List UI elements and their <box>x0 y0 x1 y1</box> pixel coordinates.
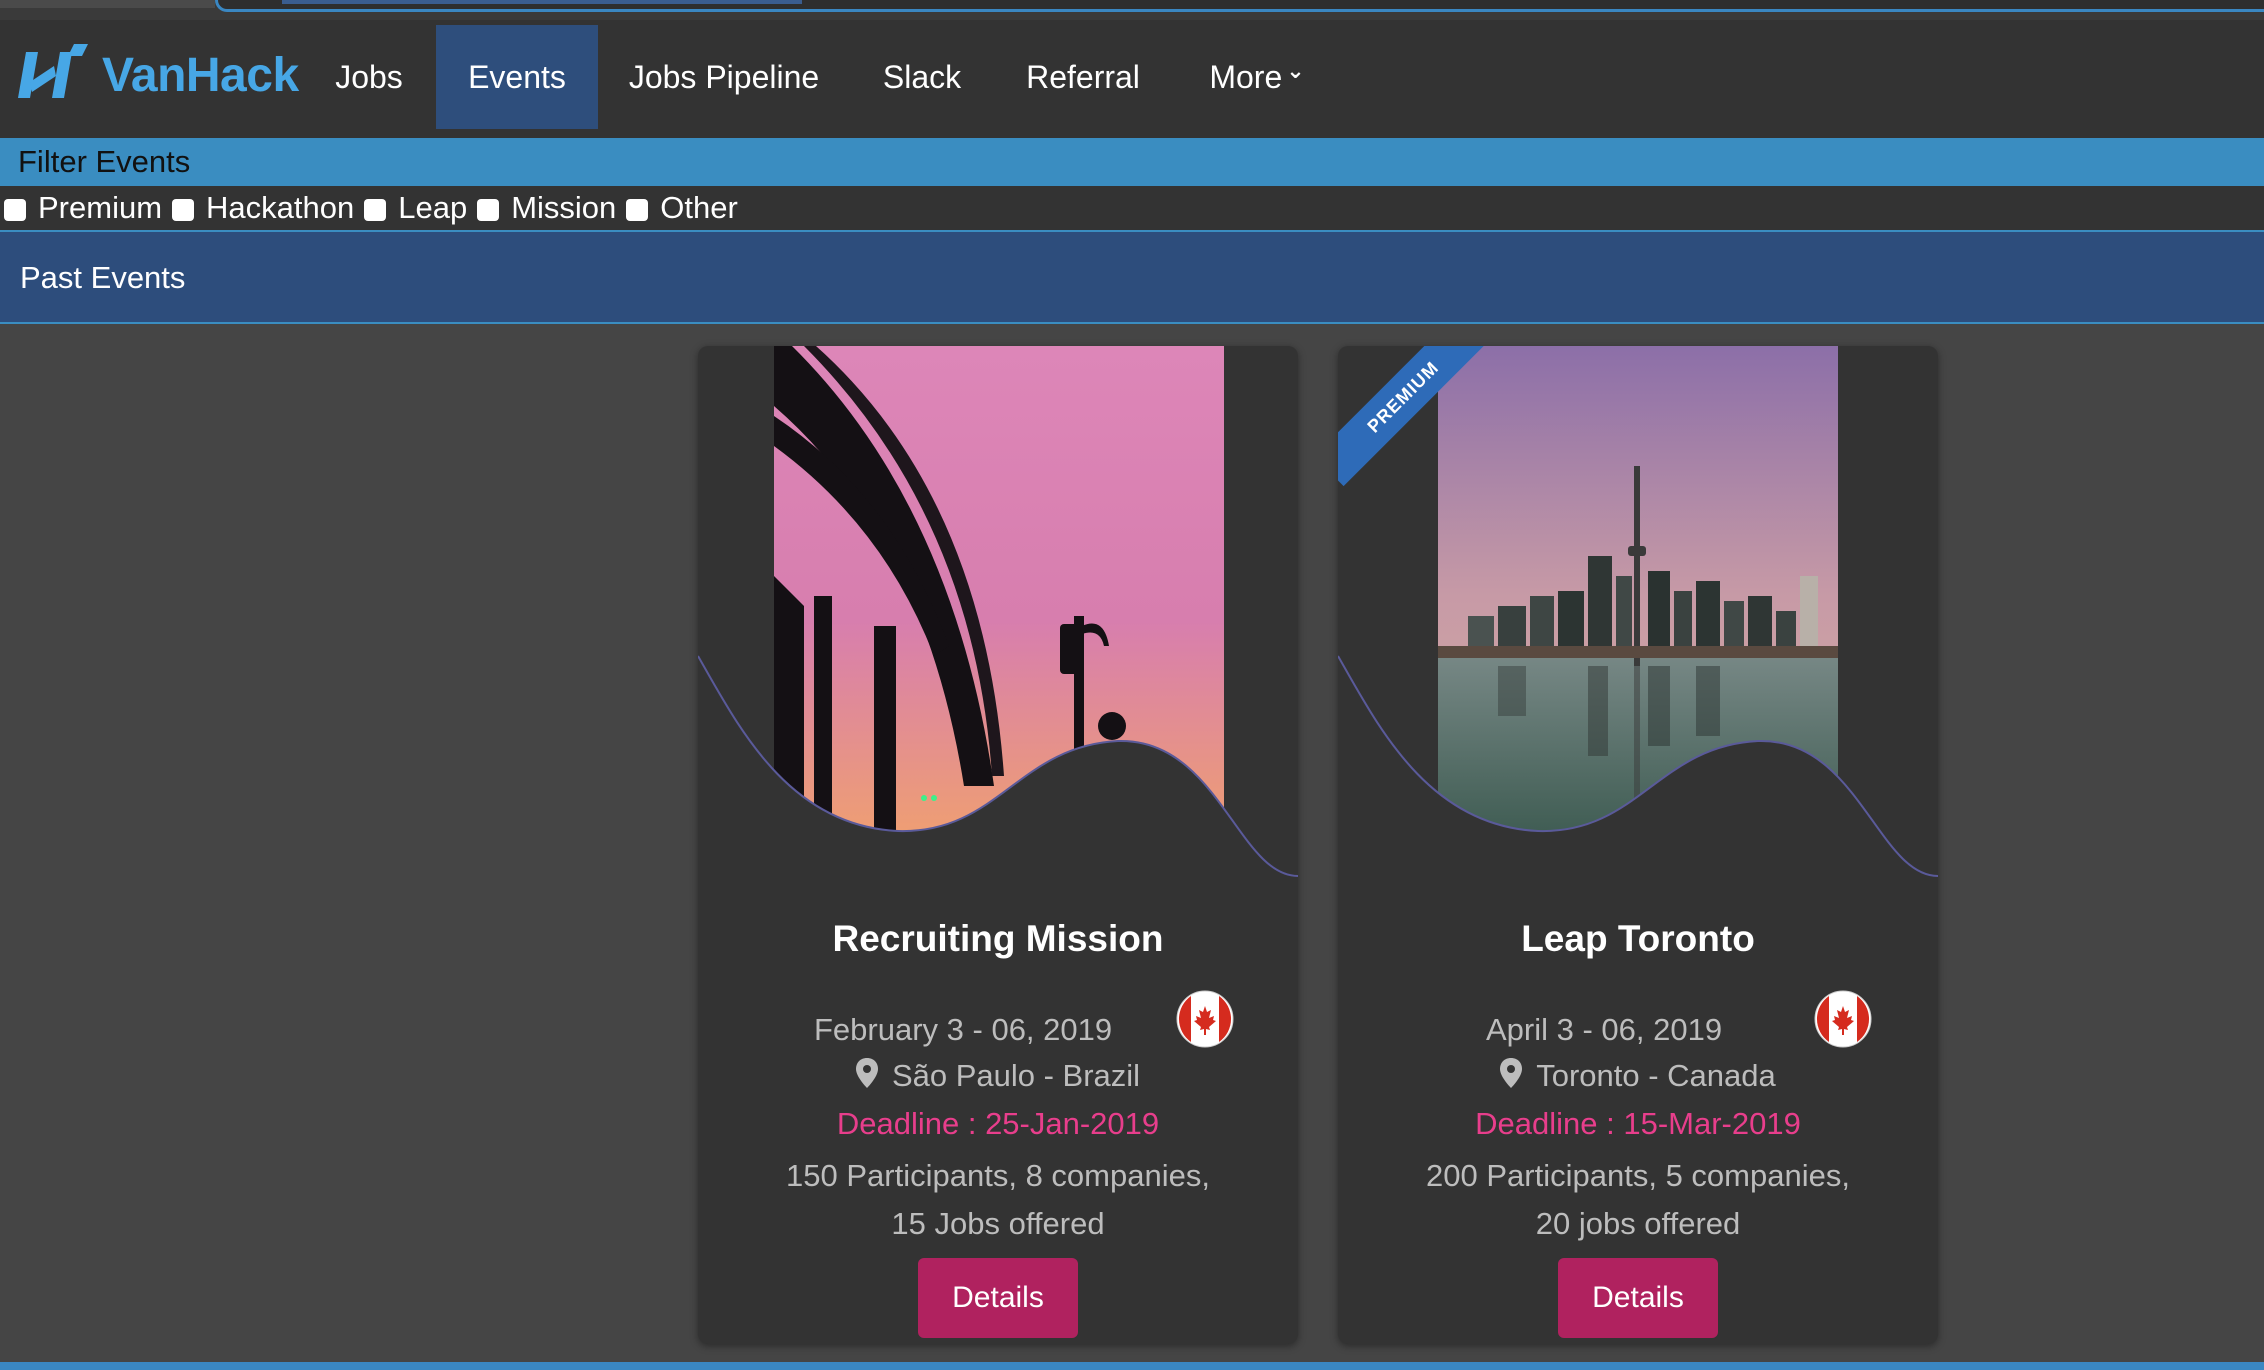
event-stats: 150 Participants, 8 companies, 15 Jobs o… <box>758 1152 1238 1248</box>
filter-label: Hackathon <box>206 190 355 225</box>
nav-events[interactable]: Events <box>436 25 598 129</box>
checkbox[interactable] <box>626 199 649 221</box>
nav-more[interactable]: More ⌄ <box>1192 25 1322 129</box>
details-button[interactable]: Details <box>1558 1258 1718 1338</box>
nav-referral[interactable]: Referral <box>1010 25 1156 129</box>
nav-label: More <box>1209 58 1283 95</box>
event-card: PREMIUM Leap Toronto April 3 - 06, 2019 … <box>1338 346 1938 1344</box>
filter-label: Mission <box>511 190 617 225</box>
nav-label: Jobs <box>335 58 403 95</box>
checkbox[interactable] <box>477 199 500 221</box>
filter-header: Filter Events <box>0 138 2264 186</box>
location-pin-icon <box>855 1058 878 1088</box>
location-text: Toronto - Canada <box>1536 1058 1776 1093</box>
chevron-down-icon: ⌄ <box>1286 58 1305 83</box>
event-deadline: Deadline : 25-Jan-2019 <box>836 1106 1160 1141</box>
filter-label: Premium <box>38 190 163 225</box>
nav-jobs-pipeline[interactable]: Jobs Pipeline <box>612 25 836 129</box>
location-text: São Paulo - Brazil <box>891 1058 1141 1093</box>
filter-leap[interactable]: Leap <box>360 190 467 226</box>
filter-label: Leap <box>398 190 468 225</box>
nav-label: Referral <box>1026 58 1140 95</box>
event-card: Recruiting Mission February 3 - 06, 2019… <box>698 346 1298 1344</box>
event-date: February 3 - 06, 2019 <box>814 1012 1113 1047</box>
event-date: April 3 - 06, 2019 <box>1486 1012 1723 1047</box>
nav-label: Jobs Pipeline <box>628 58 820 95</box>
details-button[interactable]: Details <box>918 1258 1078 1338</box>
filter-mission[interactable]: Mission <box>473 190 616 226</box>
location-pin-icon <box>1500 1058 1523 1088</box>
checkbox[interactable] <box>364 199 387 221</box>
past-events-header: Past Events <box>0 232 2264 324</box>
checkbox[interactable] <box>4 199 26 221</box>
nav-label: Slack <box>882 58 962 95</box>
canada-flag-icon <box>1814 990 1872 1048</box>
logo[interactable]: VanHack <box>16 42 299 108</box>
filter-premium[interactable]: Premium <box>0 190 162 226</box>
brand-name: VanHack <box>102 48 299 102</box>
nav-label: Events <box>468 58 566 95</box>
stats-line: 150 Participants, 8 companies, <box>786 1158 1210 1193</box>
event-location: São Paulo - Brazil <box>698 1058 1298 1094</box>
filter-hackathon[interactable]: Hackathon <box>168 190 354 226</box>
filter-other[interactable]: Other <box>622 190 738 226</box>
nav-jobs[interactable]: Jobs <box>318 25 420 129</box>
address-highlight <box>282 0 802 4</box>
event-title: Leap Toronto <box>1521 918 1755 959</box>
stats-line: 15 Jobs offered <box>891 1206 1105 1241</box>
vanhack-logo-icon <box>18 44 88 98</box>
browser-chrome <box>0 0 2264 20</box>
checkbox[interactable] <box>172 199 195 221</box>
event-location: Toronto - Canada <box>1338 1058 1938 1094</box>
event-stats: 200 Participants, 5 companies, 20 jobs o… <box>1398 1152 1878 1248</box>
event-title: Recruiting Mission <box>832 918 1164 959</box>
card-wave <box>1338 655 1938 906</box>
navbar: VanHack Jobs Events Jobs Pipeline Slack … <box>0 20 2264 138</box>
filter-options: Premium Hackathon Leap Mission Other <box>0 186 2264 232</box>
stats-line: 20 jobs offered <box>1535 1206 1741 1241</box>
canada-flag-icon <box>1176 990 1234 1048</box>
nav-slack[interactable]: Slack <box>870 25 974 129</box>
event-deadline: Deadline : 15-Mar-2019 <box>1475 1106 1801 1141</box>
bottom-divider <box>0 1362 2264 1370</box>
filter-label: Other <box>660 190 738 225</box>
stats-line: 200 Participants, 5 companies, <box>1426 1158 1850 1193</box>
card-wave <box>698 655 1298 906</box>
chrome-strip <box>0 0 215 8</box>
